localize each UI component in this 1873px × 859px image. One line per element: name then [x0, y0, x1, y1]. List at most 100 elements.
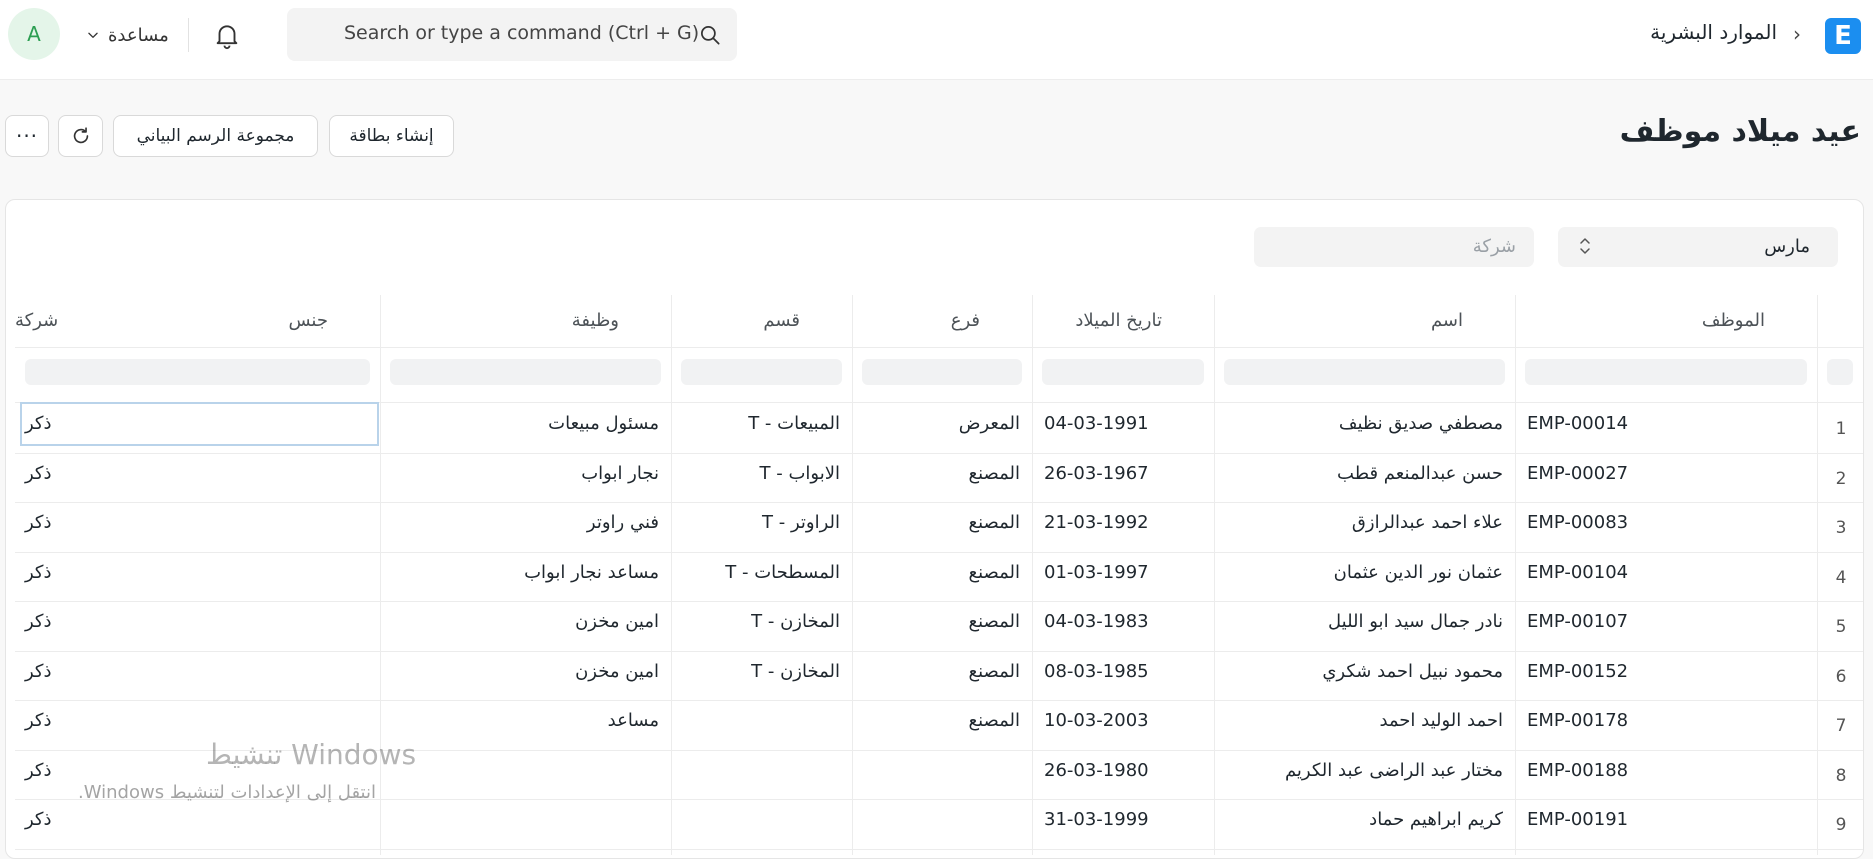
cell-designation[interactable]: فني راوتر: [380, 498, 671, 547]
cell-employee[interactable]: EMP-00188: [1515, 746, 1817, 795]
cell-department[interactable]: المخازن - T: [671, 597, 852, 646]
refresh-button[interactable]: [58, 115, 103, 157]
help-dropdown[interactable]: مساعدة: [86, 20, 169, 50]
cell-employee[interactable]: EMP-00178: [1515, 696, 1817, 745]
cell-designation[interactable]: امين مخزن: [380, 597, 671, 646]
cell-designation[interactable]: [380, 795, 671, 844]
cell-branch[interactable]: المصنع: [852, 696, 1032, 745]
cell-birth-date[interactable]: 04-03-1991: [1032, 399, 1214, 448]
column-filter-employee[interactable]: [1525, 359, 1807, 385]
cell-branch[interactable]: المصنع: [852, 597, 1032, 646]
cell-birth-date[interactable]: 04-03-1983: [1032, 597, 1214, 646]
cell-designation[interactable]: مساعد: [380, 696, 671, 745]
cell-employee[interactable]: EMP-00083: [1515, 498, 1817, 547]
cell-company[interactable]: [15, 795, 27, 844]
cell-branch[interactable]: [852, 746, 1032, 795]
column-header-branch[interactable]: فرع: [852, 295, 1032, 347]
cell-company[interactable]: [15, 647, 27, 696]
column-filter-name[interactable]: [1224, 359, 1505, 385]
cell-department[interactable]: المبيعات - T: [671, 399, 852, 448]
cell-designation[interactable]: مساعد نجار ابواب: [380, 548, 671, 597]
cell-branch[interactable]: المعرض: [852, 399, 1032, 448]
cell-company[interactable]: [15, 746, 27, 795]
column-header-employee[interactable]: الموظف: [1515, 295, 1817, 347]
windows-activation-subtitle: انتقل إلى الإعدادات لتنشيط Windows.: [78, 782, 376, 803]
company-filter-input[interactable]: شركة: [1254, 227, 1534, 267]
cell-employee[interactable]: EMP-00152: [1515, 647, 1817, 696]
cell-name[interactable]: علاء احمد عبدالرازق: [1214, 498, 1515, 547]
column-filter-designation[interactable]: [390, 359, 661, 385]
cell-name[interactable]: كريم ابراهيم حماد: [1214, 795, 1515, 844]
app-logo[interactable]: E: [1825, 18, 1861, 54]
column-header-name[interactable]: اسم: [1214, 295, 1515, 347]
cell-company[interactable]: [15, 696, 27, 745]
cell-birth-date[interactable]: 31-03-1999: [1032, 795, 1214, 844]
avatar[interactable]: A: [8, 8, 60, 60]
column-filter-branch[interactable]: [862, 359, 1022, 385]
cell-company[interactable]: [15, 449, 27, 498]
cell-gender[interactable]: ذكر: [15, 498, 380, 547]
cell-name[interactable]: حسن عبدالمنعم قطب: [1214, 449, 1515, 498]
cell-department[interactable]: [671, 746, 852, 795]
cell-designation[interactable]: نجار ابواب: [380, 449, 671, 498]
cell-department[interactable]: [671, 795, 852, 844]
cell-name[interactable]: عثمان نور الدين عثمان: [1214, 548, 1515, 597]
cell-company[interactable]: [15, 597, 27, 646]
column-filter-department[interactable]: [681, 359, 842, 385]
chart-group-button[interactable]: مجموعة الرسم البياني: [113, 115, 318, 157]
cell-department[interactable]: المخازن - T: [671, 647, 852, 696]
cell-gender[interactable]: ذكر: [15, 597, 380, 646]
cell-designation[interactable]: امين مخزن: [380, 647, 671, 696]
cell-department[interactable]: الابواب - T: [671, 449, 852, 498]
cell-name[interactable]: مصطفي صديق نظيف: [1214, 399, 1515, 448]
breadcrumb-hr[interactable]: الموارد البشرية: [1650, 20, 1777, 44]
cell-branch[interactable]: المصنع: [852, 647, 1032, 696]
cell-employee[interactable]: EMP-00104: [1515, 548, 1817, 597]
bell-icon[interactable]: [212, 20, 242, 50]
cell-birth-date[interactable]: 10-03-2003: [1032, 696, 1214, 745]
cell-branch[interactable]: [852, 795, 1032, 844]
cell-designation[interactable]: مسئول مبيعات: [380, 399, 671, 448]
cell-department[interactable]: المسطحات - T: [671, 548, 852, 597]
column-header-designation[interactable]: وظيفة: [380, 295, 671, 347]
cell-designation[interactable]: [380, 746, 671, 795]
month-filter-select[interactable]: مارس: [1558, 227, 1838, 267]
cell-gender[interactable]: ذكر: [15, 548, 380, 597]
column-header-birth-date[interactable]: تاريخ الميلاد: [1032, 295, 1214, 347]
column-filter-gender[interactable]: [25, 359, 370, 385]
more-options-button[interactable]: ···: [5, 115, 49, 157]
cell-name[interactable]: نادر جمال سيد ابو الليل: [1214, 597, 1515, 646]
column-filter-birth-date[interactable]: [1042, 359, 1204, 385]
cell-birth-date[interactable]: 26-03-1967: [1032, 449, 1214, 498]
create-card-button[interactable]: إنشاء بطاقة: [329, 115, 454, 157]
cell-gender[interactable]: ذكر: [15, 647, 380, 696]
column-header-department[interactable]: قسم: [671, 295, 852, 347]
refresh-icon: [73, 127, 88, 144]
cell-name[interactable]: احمد الوليد احمد: [1214, 696, 1515, 745]
cell-birth-date[interactable]: 21-03-1992: [1032, 498, 1214, 547]
cell-name[interactable]: مختار عبد الراضى عبد الكريم: [1214, 746, 1515, 795]
chevron-down-icon: [88, 32, 98, 38]
search-bar[interactable]: Search or type a command (Ctrl + G): [287, 8, 737, 61]
cell-company[interactable]: [15, 498, 27, 547]
cell-employee[interactable]: EMP-00027: [1515, 449, 1817, 498]
cell-employee[interactable]: EMP-00191: [1515, 795, 1817, 844]
cell-employee[interactable]: EMP-00014: [1515, 399, 1817, 448]
cell-birth-date[interactable]: 01-03-1997: [1032, 548, 1214, 597]
search-input[interactable]: Search or type a command (Ctrl + G): [344, 22, 699, 44]
cell-birth-date[interactable]: 26-03-1980: [1032, 746, 1214, 795]
cell-department[interactable]: الراوتر - T: [671, 498, 852, 547]
search-icon: [701, 26, 720, 45]
cell-department[interactable]: [671, 696, 852, 745]
cell-employee[interactable]: EMP-00107: [1515, 597, 1817, 646]
column-header-company[interactable]: شركة: [15, 295, 110, 347]
cell-gender[interactable]: ذكر: [15, 449, 380, 498]
cell-branch[interactable]: المصنع: [852, 449, 1032, 498]
grid-row-divider: [15, 848, 1863, 850]
cell-branch[interactable]: المصنع: [852, 548, 1032, 597]
row-number: 5: [1835, 617, 1847, 637]
cell-name[interactable]: محمود نبيل احمد شكري: [1214, 647, 1515, 696]
cell-branch[interactable]: المصنع: [852, 498, 1032, 547]
cell-company[interactable]: [15, 548, 27, 597]
cell-birth-date[interactable]: 08-03-1985: [1032, 647, 1214, 696]
